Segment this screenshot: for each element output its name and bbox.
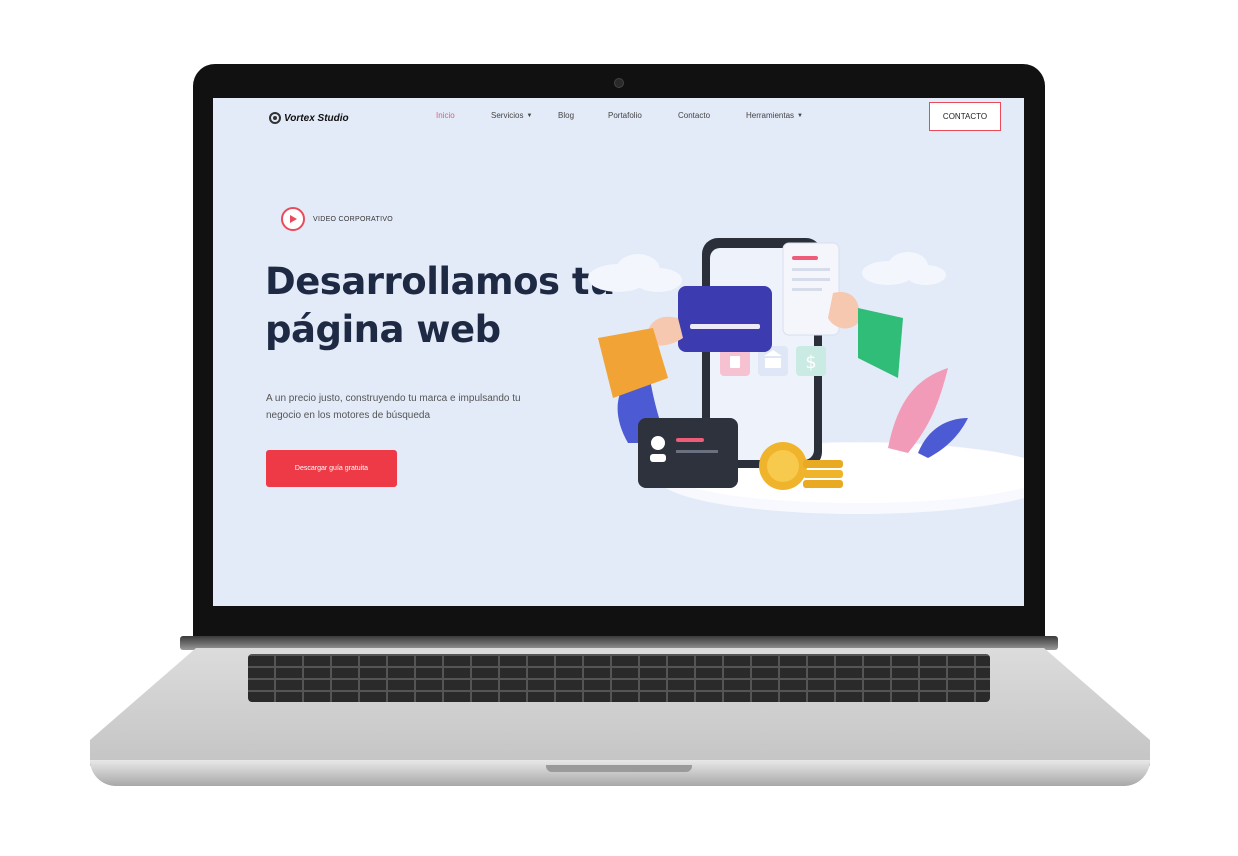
credit-card — [678, 286, 772, 352]
play-icon[interactable] — [281, 207, 305, 231]
site-navbar: Vortex Studio Inicio Servicios ▼ Blog Po… — [213, 98, 1024, 138]
nav-label: Servicios — [491, 111, 524, 120]
nav-item-portafolio[interactable]: Portafolio — [608, 111, 642, 120]
nav-item-blog[interactable]: Blog — [558, 111, 574, 120]
laptop-screen: Vortex Studio Inicio Servicios ▼ Blog Po… — [213, 98, 1024, 606]
hero-subtitle: A un precio justo, construyendo tu marca… — [266, 390, 586, 424]
user-icon — [651, 436, 665, 450]
laptop-notch — [546, 765, 692, 772]
laptop-lid: Vortex Studio Inicio Servicios ▼ Blog Po… — [193, 64, 1045, 642]
cloud-right — [862, 252, 946, 285]
site-logo[interactable]: Vortex Studio — [269, 112, 349, 124]
hero-subtitle-line2: negocio en los motores de búsqueda — [266, 410, 431, 421]
video-label: VIDEO CORPORATIVO — [313, 215, 394, 223]
hero-illustration: $ — [588, 238, 1024, 514]
logo-icon — [269, 112, 281, 124]
contact-button[interactable]: CONTACTO — [929, 102, 1001, 131]
nav-label: Blog — [558, 111, 575, 120]
nav-label: Portafolio — [608, 111, 642, 120]
nav-item-contacto[interactable]: Contacto — [678, 111, 710, 120]
laptop-keyboard — [248, 654, 990, 702]
svg-text:$: $ — [805, 352, 816, 373]
webcam — [614, 78, 624, 88]
video-link[interactable]: VIDEO CORPORATIVO — [281, 207, 393, 231]
logo-text: Vortex Studio — [284, 112, 349, 124]
nav-item-servicios[interactable]: Servicios ▼ — [491, 111, 532, 120]
chevron-down-icon: ▼ — [797, 112, 803, 119]
hero-subtitle-line1: A un precio justo, construyendo tu marca… — [266, 393, 521, 404]
nav-item-inicio[interactable]: Inicio — [436, 111, 455, 120]
right-hand — [828, 292, 860, 329]
laptop-front-edge — [90, 760, 1150, 786]
right-sleeve — [858, 308, 903, 378]
chevron-down-icon: ▼ — [526, 112, 533, 119]
hero-title-line2: página web — [265, 308, 501, 351]
cloud-left — [588, 254, 682, 292]
download-guide-button[interactable]: Descargar guía gratuita — [266, 450, 397, 487]
nav-label: Herramientas — [746, 111, 795, 120]
nav-label: Inicio — [436, 111, 455, 120]
nav-label: Contacto — [678, 111, 711, 120]
laptop-hinge — [180, 636, 1058, 650]
nav-item-herramientas[interactable]: Herramientas ▼ — [746, 111, 803, 120]
